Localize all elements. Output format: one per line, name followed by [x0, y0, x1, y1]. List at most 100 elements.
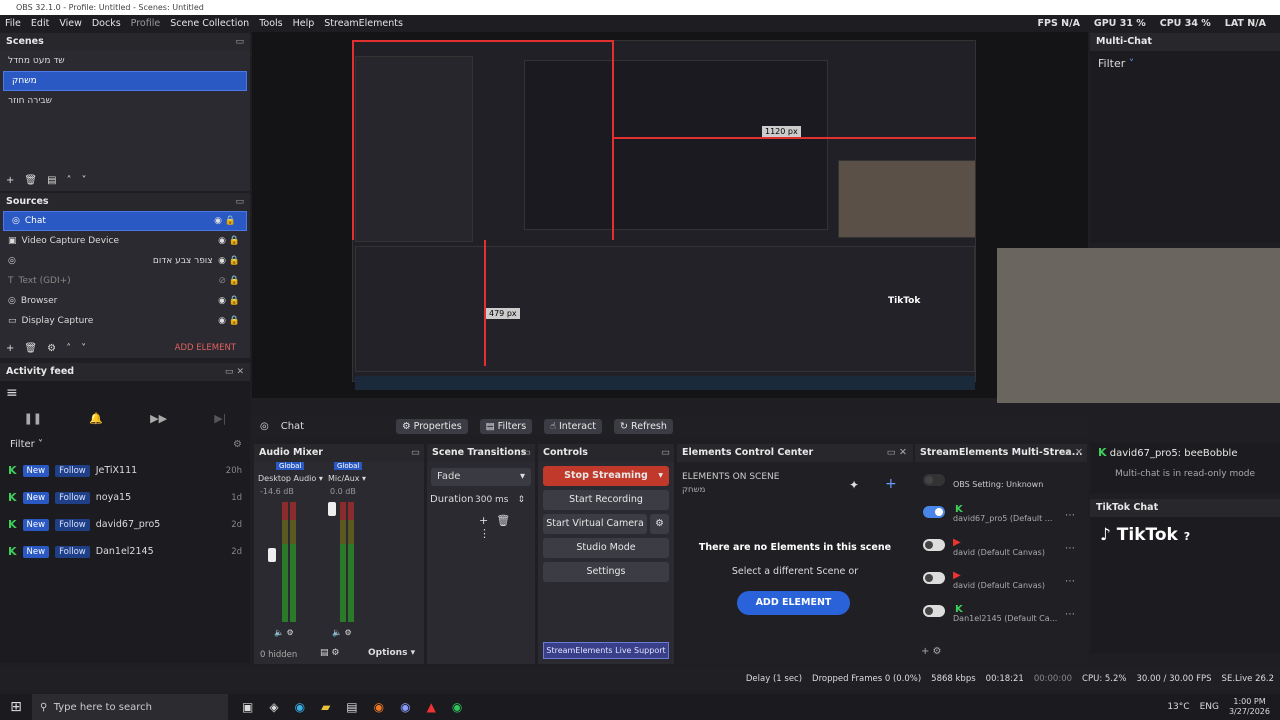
multichat-filter[interactable]: Filter ˅	[1090, 51, 1280, 76]
activity-event[interactable]: K New Follow Dan1el2145 2d	[0, 538, 250, 565]
edge-icon[interactable]: ◉	[295, 700, 305, 714]
bell-icon[interactable]: 🔔	[89, 412, 103, 425]
add-element-button[interactable]: ADD ELEMENT	[175, 343, 236, 353]
source-item[interactable]: T Text (GDI+) ⊘ 🔒	[0, 271, 250, 291]
stream-toggle[interactable]	[923, 572, 945, 587]
transition-tools[interactable]: +🗑⋮	[479, 514, 535, 540]
weather[interactable]: 13°C	[1167, 702, 1189, 712]
transition-select[interactable]: Fade ▾	[431, 468, 531, 486]
options-button[interactable]: Options ▾	[368, 648, 415, 658]
help-icon[interactable]: ?	[1184, 530, 1190, 543]
language[interactable]: ENG	[1200, 702, 1219, 712]
eye-icon[interactable]: ◉	[214, 211, 222, 231]
live-support-button[interactable]: StreamElements Live Support	[543, 642, 669, 659]
discord-icon[interactable]: ◉	[400, 700, 410, 714]
eye-icon[interactable]: ◉	[218, 251, 226, 271]
speaker-icon[interactable]: 🔈 ⚙	[274, 628, 294, 637]
float-icon[interactable]: ▭	[235, 193, 244, 211]
close-icon[interactable]: ▭ ✕	[225, 363, 244, 381]
down-icon[interactable]: ˅	[82, 175, 87, 186]
menu-view[interactable]: View	[54, 18, 87, 29]
add-icon[interactable]: +	[6, 175, 14, 186]
lock-icon[interactable]: 🔒	[229, 231, 240, 251]
menu-file[interactable]: File	[0, 18, 26, 29]
stream-toggle[interactable]	[923, 539, 945, 554]
pause-icon[interactable]: ❚❚	[24, 412, 42, 425]
store-icon[interactable]: ▤	[346, 700, 357, 714]
filter-icon[interactable]: ▤	[47, 175, 56, 186]
float-icon[interactable]: ▭	[661, 444, 670, 462]
activity-event[interactable]: K New Follow noya15 1d	[0, 484, 250, 511]
scene-item-selected[interactable]: משחק	[3, 71, 247, 91]
settings-button[interactable]: Settings	[543, 562, 669, 582]
taskbar-search[interactable]: ⚲ Type here to search	[32, 694, 228, 720]
firefox-icon[interactable]: ◉	[374, 700, 384, 714]
folder-icon[interactable]: ▰	[321, 700, 330, 714]
menu-tools[interactable]: Tools	[254, 18, 287, 29]
trash-icon[interactable]: 🗑	[24, 343, 37, 354]
magic-icon[interactable]: ✦	[849, 478, 859, 492]
app-icon[interactable]: ▲	[427, 700, 436, 714]
skip-icon[interactable]: ▶▶	[150, 412, 167, 425]
lock-icon[interactable]: 🔒	[229, 251, 240, 271]
trash-icon[interactable]: 🗑	[24, 175, 37, 186]
lock-icon[interactable]: 🔒	[229, 311, 240, 331]
menu-profile[interactable]: Profile	[126, 18, 166, 29]
properties-button[interactable]: ⚙ Properties	[396, 418, 468, 434]
source-item[interactable]: ◎ Browser ◉ 🔒	[0, 291, 250, 311]
activity-event[interactable]: K New Follow david67_pro5 2d	[0, 511, 250, 538]
eye-hidden-icon[interactable]: ⊘	[218, 271, 226, 291]
activity-event[interactable]: K New Follow JeTiX111 20h	[0, 457, 250, 484]
eye-icon[interactable]: ◉	[218, 291, 226, 311]
spotify-icon[interactable]: ◉	[452, 700, 462, 714]
menu-docks[interactable]: Docks	[87, 18, 126, 29]
gear-icon[interactable]: ⚙	[47, 343, 56, 354]
windows-start-icon[interactable]: ⊞	[0, 699, 32, 715]
more-icon[interactable]: ⋯	[1065, 510, 1075, 521]
down-icon[interactable]: ˅	[81, 343, 86, 354]
float-icon[interactable]: ▭	[235, 33, 244, 51]
add-icon[interactable]: +	[6, 343, 14, 354]
float-icon[interactable]: ▭	[411, 444, 420, 462]
filters-button[interactable]: ▤ Filters	[479, 418, 533, 434]
add-gear-icons[interactable]: + ⚙	[921, 646, 942, 657]
gear-icon[interactable]: ⚙	[233, 439, 242, 450]
eye-icon[interactable]: ◉	[218, 311, 226, 331]
up-icon[interactable]: ˄	[66, 343, 71, 354]
add-icon[interactable]: +	[885, 476, 897, 492]
source-item-selected[interactable]: ◎ Chat ◉ 🔒	[3, 211, 247, 231]
obs-toggle[interactable]	[923, 474, 945, 489]
menu-icon[interactable]: ≡	[0, 381, 250, 405]
more-icon[interactable]: ⋯	[1065, 576, 1075, 587]
scene-item[interactable]: שבירה חוזר	[0, 91, 250, 111]
gear-icon[interactable]: ⚙	[650, 514, 669, 534]
stop-streaming-button[interactable]: Stop Streaming ▾	[543, 466, 669, 486]
activity-filter[interactable]: Filter ˅ ⚙	[0, 431, 250, 457]
menu-streamelements[interactable]: StreamElements	[319, 18, 408, 29]
float-icon[interactable]: ▭	[522, 444, 531, 462]
menu-help[interactable]: Help	[288, 18, 320, 29]
close-icon[interactable]: ▭ ✕	[887, 444, 907, 462]
add-element-button[interactable]: ADD ELEMENT	[737, 591, 850, 615]
eye-icon[interactable]: ◉	[218, 231, 226, 251]
studio-mode-button[interactable]: Studio Mode	[543, 538, 669, 558]
preview-canvas[interactable]: 1120 px 479 px TikTok	[252, 32, 1280, 402]
duration-input[interactable]: 300 ms ⇕	[473, 492, 531, 508]
volume-slider-handle[interactable]	[268, 548, 276, 562]
lock-icon[interactable]: 🔒	[229, 271, 240, 291]
stream-toggle[interactable]	[923, 605, 945, 620]
scene-item[interactable]: שד מעט מחדל	[0, 51, 250, 71]
refresh-button[interactable]: ↻ Refresh	[614, 418, 673, 434]
more-icon[interactable]: ⋯	[1065, 543, 1075, 554]
speaker-icon[interactable]: 🔈 ⚙	[332, 628, 352, 637]
volume-slider-handle[interactable]	[328, 502, 336, 516]
interact-button[interactable]: ☝ Interact	[544, 418, 603, 434]
source-item[interactable]: ◎ צופר צבע אדום ◉ 🔒	[0, 251, 250, 271]
close-icon[interactable]: ▭ ✕	[1063, 444, 1083, 462]
clock[interactable]: 1:00 PM 3/27/2026	[1229, 697, 1270, 717]
mixer-layout-icon[interactable]: ▤ ⚙	[320, 648, 339, 658]
up-icon[interactable]: ˄	[67, 175, 72, 186]
mic-aux-select[interactable]: Mic/Aux ▾	[328, 474, 366, 483]
start-recording-button[interactable]: Start Recording	[543, 490, 669, 510]
copilot-icon[interactable]: ◈	[269, 700, 278, 714]
